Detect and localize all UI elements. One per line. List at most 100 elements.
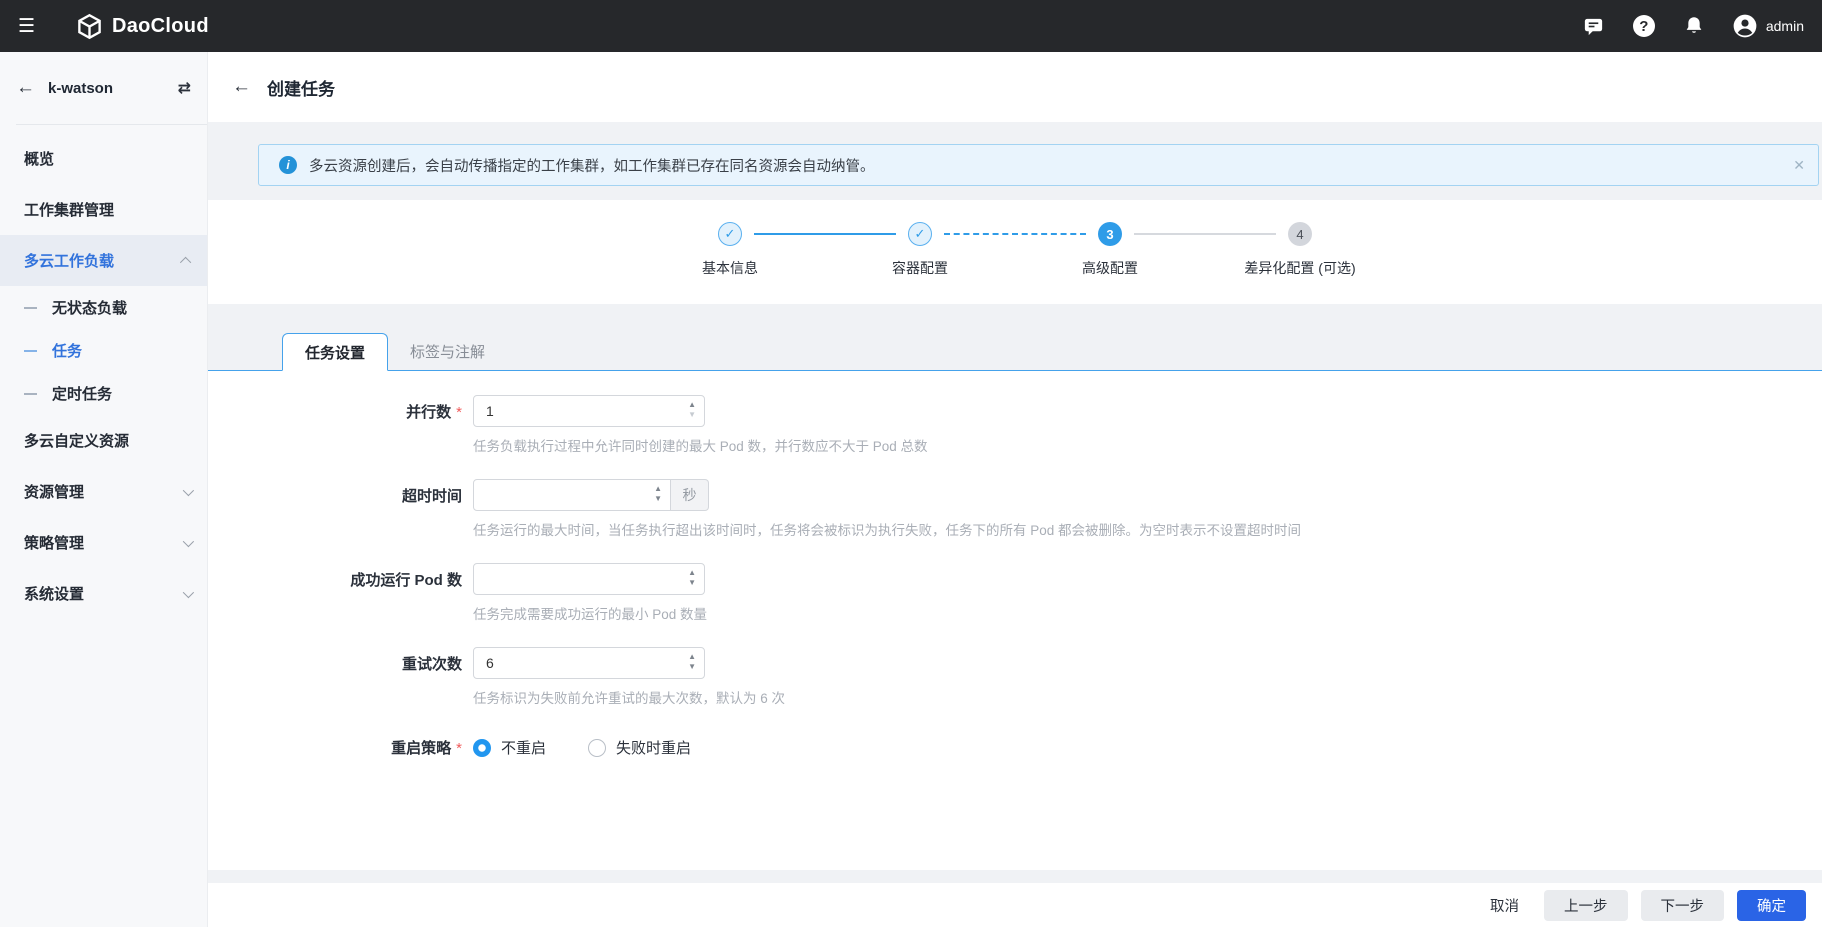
timeout-row: 超时时间 ▲ ▼ 秒 任务运行的最大时间，当任务执行超出该时间时，任务将会被标识为…: [208, 479, 1822, 563]
step-advanced-config: 3 高级配置: [1082, 222, 1138, 278]
brand: DaoCloud: [76, 13, 209, 40]
username: admin: [1765, 18, 1804, 34]
radio-selected-icon: [473, 738, 491, 757]
sidebar-item-system-settings[interactable]: 系统设置: [0, 568, 207, 619]
messages-icon[interactable]: [1582, 14, 1606, 38]
step-number: 4: [1288, 222, 1312, 246]
field-help-text: 任务标识为失败前允许重试的最大次数，默认为 6 次: [473, 691, 786, 706]
step-label: 容器配置: [892, 260, 948, 276]
page-title: 创建任务: [267, 79, 335, 99]
footer-actions: 取消 上一步 下一步 确定: [208, 883, 1822, 927]
success-pods-input[interactable]: [473, 563, 705, 595]
page-back-icon[interactable]: ←: [232, 76, 251, 98]
step-connector: [754, 233, 896, 235]
field-help-text: 任务负载执行过程中允许同时创建的最大 Pod 数，并行数应不大于 Pod 总数: [473, 439, 928, 454]
timeout-input[interactable]: [473, 479, 671, 511]
sidebar-item-multicloud-workloads[interactable]: 多云工作负载: [0, 235, 207, 286]
radio-restart-on-failure[interactable]: 失败时重启: [588, 737, 691, 758]
sidebar-item-resource-management[interactable]: 资源管理: [0, 466, 207, 517]
workspace-back-icon[interactable]: ←: [16, 77, 35, 99]
number-spinner[interactable]: ▲ ▼: [654, 484, 662, 504]
stepper: ✓ 基本信息 ✓ 容器配置 3 高级配置 4 差异化配置 (可选): [208, 200, 1822, 304]
user-menu[interactable]: admin: [1732, 13, 1804, 39]
sidebar-item-label: 资源管理: [24, 484, 85, 501]
field-label: 重启策略 *: [391, 740, 462, 757]
avatar: [1732, 13, 1758, 39]
chevron-down-icon: [182, 484, 195, 496]
sidebar-item-custom-resources[interactable]: 多云自定义资源: [0, 415, 207, 466]
sidebar-item-cluster-management[interactable]: 工作集群管理: [0, 184, 207, 235]
number-spinner[interactable]: ▲ ▼: [688, 568, 696, 588]
sidebar-item-label: 任务: [52, 343, 83, 360]
cancel-button[interactable]: 取消: [1490, 895, 1519, 916]
workspace-name: k-watson: [48, 79, 114, 97]
number-spinner[interactable]: ▲ ▼: [688, 400, 696, 420]
sidebar-item-label: 多云工作负载: [24, 253, 115, 270]
spinner-down-icon[interactable]: ▼: [688, 410, 696, 420]
sidebar-item-overview[interactable]: 概览: [0, 133, 207, 184]
parallelism-input[interactable]: [473, 395, 705, 427]
help-icon[interactable]: ?: [1632, 14, 1656, 38]
required-asterisk: *: [456, 740, 462, 757]
field-label: 成功运行 Pod 数: [350, 572, 462, 589]
sidebar-item-label: 系统设置: [24, 586, 85, 603]
sidebar-item-jobs[interactable]: 任务: [0, 329, 207, 372]
sidebar-item-label: 概览: [24, 151, 55, 168]
chevron-down-icon: [182, 586, 195, 598]
step-label: 高级配置: [1082, 260, 1138, 276]
sidebar-item-policy-management[interactable]: 策略管理: [0, 517, 207, 568]
banner-close-icon[interactable]: ✕: [1793, 157, 1805, 174]
step-check-icon: ✓: [908, 222, 932, 246]
field-label: 超时时间: [401, 488, 462, 505]
spinner-up-icon[interactable]: ▲: [688, 568, 696, 578]
info-banner-text: 多云资源创建后，会自动传播指定的工作集群，如工作集群已存在同名资源会自动纳管。: [309, 158, 875, 175]
radio-no-restart[interactable]: 不重启: [473, 737, 546, 758]
sidebar: ← k-watson ⇄ 概览 工作集群管理 多云工作负载 无状态负载 任务 定…: [0, 52, 208, 927]
hamburger-menu-icon[interactable]: ☰: [18, 15, 46, 38]
chevron-down-icon: [182, 535, 195, 547]
step-check-icon: ✓: [718, 222, 742, 246]
spinner-up-icon[interactable]: ▲: [688, 400, 696, 410]
retry-count-input[interactable]: [473, 647, 705, 679]
timeout-unit-suffix: 秒: [671, 479, 709, 511]
spinner-down-icon[interactable]: ▼: [688, 578, 696, 588]
help-question-glyph: ?: [1632, 15, 1655, 37]
number-spinner[interactable]: ▲ ▼: [688, 652, 696, 672]
tab-bar: 任务设置 标签与注解: [208, 332, 1822, 371]
sub-item-dash-icon: [24, 306, 37, 309]
tab-job-settings[interactable]: 任务设置: [282, 333, 389, 371]
next-step-button[interactable]: 下一步: [1640, 889, 1724, 921]
sub-item-dash-icon: [24, 349, 37, 352]
retry-row: 重试次数 ▲▼ 任务标识为失败前允许重试的最大次数，默认为 6 次: [208, 647, 1822, 731]
field-label: 重试次数: [401, 656, 462, 673]
sidebar-item-label: 多云自定义资源: [24, 433, 130, 450]
notifications-bell-icon[interactable]: [1682, 14, 1706, 38]
tab-labels-annotations[interactable]: 标签与注解: [388, 332, 507, 370]
field-help-text: 任务运行的最大时间，当任务执行超出该时间时，任务将会被标识为执行失败，任务下的所…: [473, 523, 1302, 538]
step-number: 3: [1098, 222, 1122, 246]
step-connector-dashed: [944, 233, 1086, 235]
success-pods-row: 成功运行 Pod 数 ▲ ▼ 任务完成需要成功运行的最小 Pod 数量: [208, 563, 1822, 647]
job-settings-form: 并行数* ▲▼ 任务负载执行过程中允许同时创建的最大 Pod 数，并行数应不大于…: [208, 371, 1822, 870]
sidebar-item-stateless-workloads[interactable]: 无状态负载: [0, 286, 207, 329]
step-container-config: ✓ 容器配置: [892, 222, 948, 278]
radio-label: 不重启: [501, 740, 547, 757]
step-differentiated-config: 4 差异化配置 (可选): [1244, 222, 1356, 278]
sidebar-item-cronjobs[interactable]: 定时任务: [0, 372, 207, 415]
confirm-button[interactable]: 确定: [1737, 889, 1806, 921]
step-basic-info: ✓ 基本信息: [702, 222, 758, 278]
sidebar-item-label: 定时任务: [52, 386, 113, 403]
sidebar-item-label: 工作集群管理: [24, 202, 115, 219]
spinner-down-icon[interactable]: ▼: [688, 662, 696, 672]
parallelism-row: 并行数* ▲▼ 任务负载执行过程中允许同时创建的最大 Pod 数，并行数应不大于…: [208, 395, 1822, 479]
workspace-switch-icon[interactable]: ⇄: [178, 78, 191, 98]
page-header: ← 创建任务: [208, 52, 1822, 122]
spinner-up-icon[interactable]: ▲: [688, 652, 696, 662]
radio-unselected-icon: [588, 738, 607, 757]
previous-step-button[interactable]: 上一步: [1544, 889, 1628, 921]
restart-policy-row: 重启策略 * 不重启 失败时重启: [208, 731, 1822, 758]
field-help-text: 任务完成需要成功运行的最小 Pod 数量: [473, 607, 708, 622]
field-label: 并行数 *: [406, 404, 462, 421]
spinner-down-icon[interactable]: ▼: [654, 494, 662, 504]
spinner-up-icon[interactable]: ▲: [654, 484, 662, 494]
